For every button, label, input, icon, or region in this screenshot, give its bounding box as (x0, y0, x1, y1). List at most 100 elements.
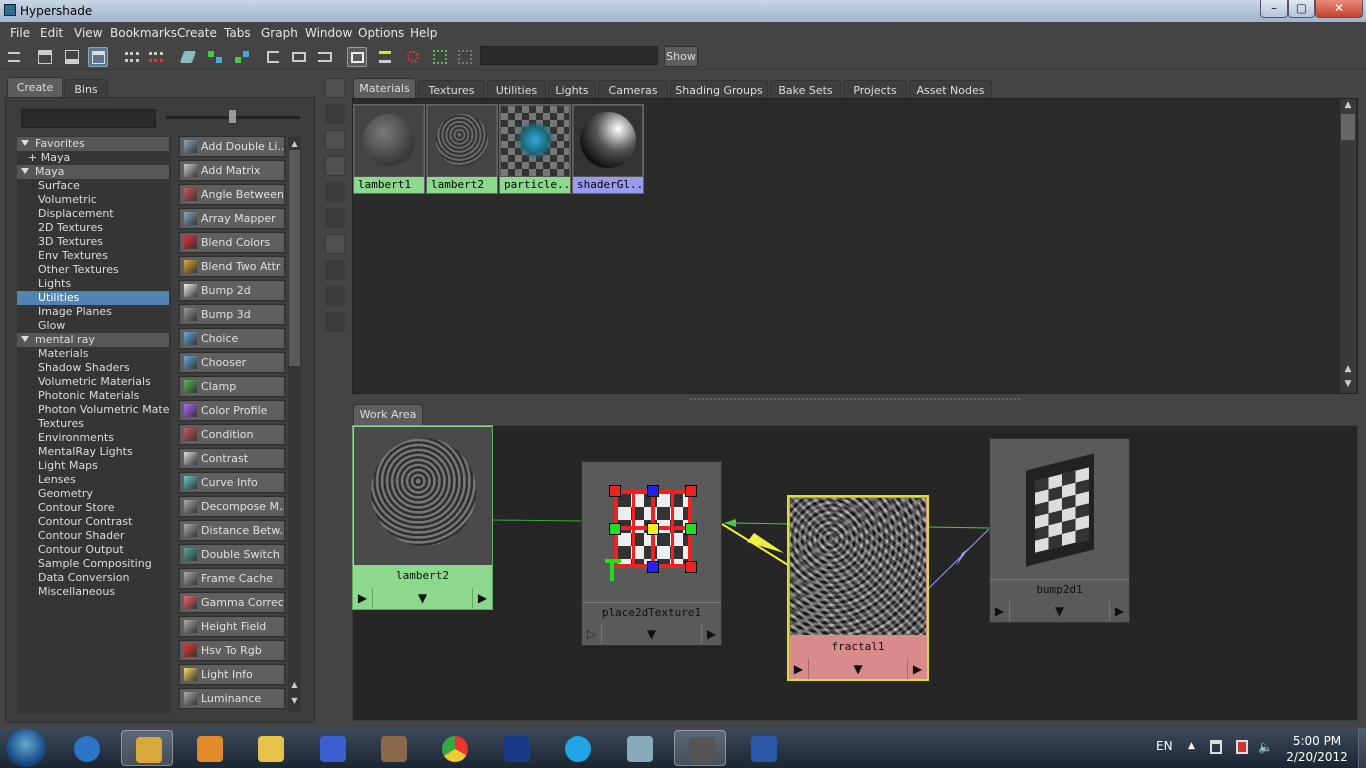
infinity-icon-button[interactable] (306, 730, 358, 766)
tool-strip-button-10[interactable] (325, 312, 345, 332)
minimize-button[interactable]: – (1260, 0, 1288, 18)
input-port-icon[interactable]: ▶ (353, 588, 373, 608)
node-list-scroll-thumb[interactable] (289, 150, 300, 366)
input-port-icon[interactable]: ▶ (789, 659, 809, 679)
node-button[interactable]: Hsv To Rgb (179, 640, 285, 661)
tree-item[interactable]: Textures (17, 417, 169, 431)
input-port-icon[interactable]: ▷ (582, 624, 602, 644)
node-button[interactable]: Frame Cache (179, 568, 285, 589)
menu-bookmarks[interactable]: Bookmarks (110, 26, 177, 40)
tree-item[interactable]: Volumetric (17, 193, 169, 207)
layout-bottom-icon[interactable] (62, 47, 82, 67)
tree-item[interactable]: Miscellaneous (17, 585, 169, 599)
system-clock[interactable]: 5:00 PM 2/20/2012 (1282, 733, 1352, 765)
node-button[interactable]: Gamma Correct (179, 592, 285, 613)
tab-cameras[interactable]: Cameras (598, 80, 668, 100)
graph-node-lambert2[interactable]: lambert2 ▶ ▼ ▶ (352, 425, 493, 610)
node-button[interactable]: Chooser (179, 352, 285, 373)
node-button[interactable]: Height Field (179, 616, 285, 637)
menu-help[interactable]: Help (410, 26, 437, 40)
tab-utilities[interactable]: Utilities (487, 80, 546, 100)
input-port-icon[interactable]: ▶ (990, 601, 1010, 621)
tree-item[interactable]: Contour Output (17, 543, 169, 557)
tree-item[interactable]: Contour Store (17, 501, 169, 515)
graph-grid-icon[interactable] (122, 47, 142, 67)
node-button[interactable]: Distance Betw... (179, 520, 285, 541)
icon-size-slider-handle[interactable] (228, 109, 237, 124)
node-button[interactable]: Contrast (179, 448, 285, 469)
tab-lights[interactable]: Lights (548, 80, 596, 100)
tree-item[interactable]: Geometry (17, 487, 169, 501)
clear-graph-icon[interactable] (263, 47, 283, 67)
tool-strip-button-8[interactable] (325, 260, 345, 280)
chrome-icon-button[interactable] (428, 730, 480, 766)
material-swatch[interactable]: lambert2 (426, 104, 498, 194)
collapse-triangle-icon[interactable] (21, 140, 29, 146)
graph-export-icon[interactable] (315, 47, 335, 67)
menu-view[interactable]: View (74, 26, 102, 40)
tree-item[interactable]: Contour Shader (17, 529, 169, 543)
graph-grid-red-icon[interactable] (146, 47, 166, 67)
tree-item[interactable]: Light Maps (17, 459, 169, 473)
graph-network-icon[interactable] (205, 47, 225, 67)
graph-node-bump2d1[interactable]: bump2d1 ▶ ▼ ▶ (989, 438, 1130, 623)
tree-item[interactable]: MentalRay Lights (17, 445, 169, 459)
media-player-icon-button[interactable] (183, 730, 235, 766)
maya-icon-button[interactable] (674, 730, 726, 766)
node-button[interactable]: Light Info (179, 664, 285, 685)
menu-window[interactable]: Window (305, 26, 352, 40)
word-icon-button[interactable] (737, 730, 789, 766)
tab-textures[interactable]: Textures (418, 80, 485, 100)
pane-splitter[interactable] (690, 398, 1020, 403)
tree-item[interactable]: Utilities (17, 291, 169, 305)
tree-section-header[interactable]: Maya (17, 165, 169, 179)
scroll-up-arrow-icon[interactable]: ▲ (289, 680, 300, 690)
photoshop-icon-button[interactable] (490, 730, 542, 766)
tree-item[interactable]: Image Planes (17, 305, 169, 319)
network-icon[interactable] (1236, 740, 1248, 754)
scroll-up-arrow-icon[interactable]: ▲ (1341, 364, 1355, 376)
tool-strip-button-3[interactable] (325, 130, 345, 150)
tree-item[interactable]: + Maya (17, 151, 169, 165)
node-button[interactable]: Choice (179, 328, 285, 349)
node-button[interactable]: Curve Info (179, 472, 285, 493)
scroll-up-arrow-icon[interactable]: ▲ (1341, 100, 1355, 112)
node-select-icon[interactable] (430, 47, 450, 67)
attribute-list-icon[interactable] (375, 47, 395, 67)
menu-graph[interactable]: Graph (261, 26, 298, 40)
output-port-icon[interactable]: ▶ (701, 624, 721, 644)
paint-icon-button[interactable] (244, 730, 296, 766)
tree-item[interactable]: Surface (17, 179, 169, 193)
node-button[interactable]: Decompose M... (179, 496, 285, 517)
tree-item[interactable]: Lenses (17, 473, 169, 487)
graph-upstream-icon[interactable] (232, 47, 252, 67)
materials-scroll-thumb[interactable] (1341, 114, 1355, 140)
language-indicator[interactable]: EN (1156, 739, 1173, 753)
tab-projects[interactable]: Projects (843, 80, 907, 100)
tree-item[interactable]: Env Textures (17, 249, 169, 263)
volume-icon[interactable]: 🔈 (1258, 740, 1273, 754)
tree-item[interactable]: Data Conversion (17, 571, 169, 585)
tree-item[interactable]: Photonic Materials (17, 389, 169, 403)
tool-strip-button-4[interactable] (325, 156, 345, 176)
menu-options[interactable]: Options (358, 26, 404, 40)
material-swatch[interactable]: lambert1 (353, 104, 425, 194)
graph-materials-icon[interactable] (178, 47, 198, 67)
tool-strip-button-1[interactable] (325, 78, 345, 98)
expand-node-icon[interactable]: ▼ (1010, 601, 1109, 621)
tool-strip-button-5[interactable] (325, 182, 345, 202)
tool-strip-button-6[interactable] (325, 208, 345, 228)
graph-node-fractal1[interactable]: fractal1 ▶ ▼ ▶ (787, 495, 929, 681)
internet-explorer-icon-button[interactable] (60, 730, 112, 766)
node-button[interactable]: Bump 3d (179, 304, 285, 325)
tab-create[interactable]: Create (7, 77, 63, 98)
tree-item[interactable]: Environments (17, 431, 169, 445)
menu-create[interactable]: Create (177, 26, 217, 40)
maximize-button[interactable]: ▢ (1288, 0, 1315, 18)
node-button[interactable]: Array Mapper (179, 208, 285, 229)
node-button[interactable]: Double Switch (179, 544, 285, 565)
node-button[interactable]: Blend Two Attr (179, 256, 285, 277)
tree-item[interactable]: Volumetric Materials (17, 375, 169, 389)
menu-tabs[interactable]: Tabs (224, 26, 251, 40)
tree-item[interactable]: Other Textures (17, 263, 169, 277)
